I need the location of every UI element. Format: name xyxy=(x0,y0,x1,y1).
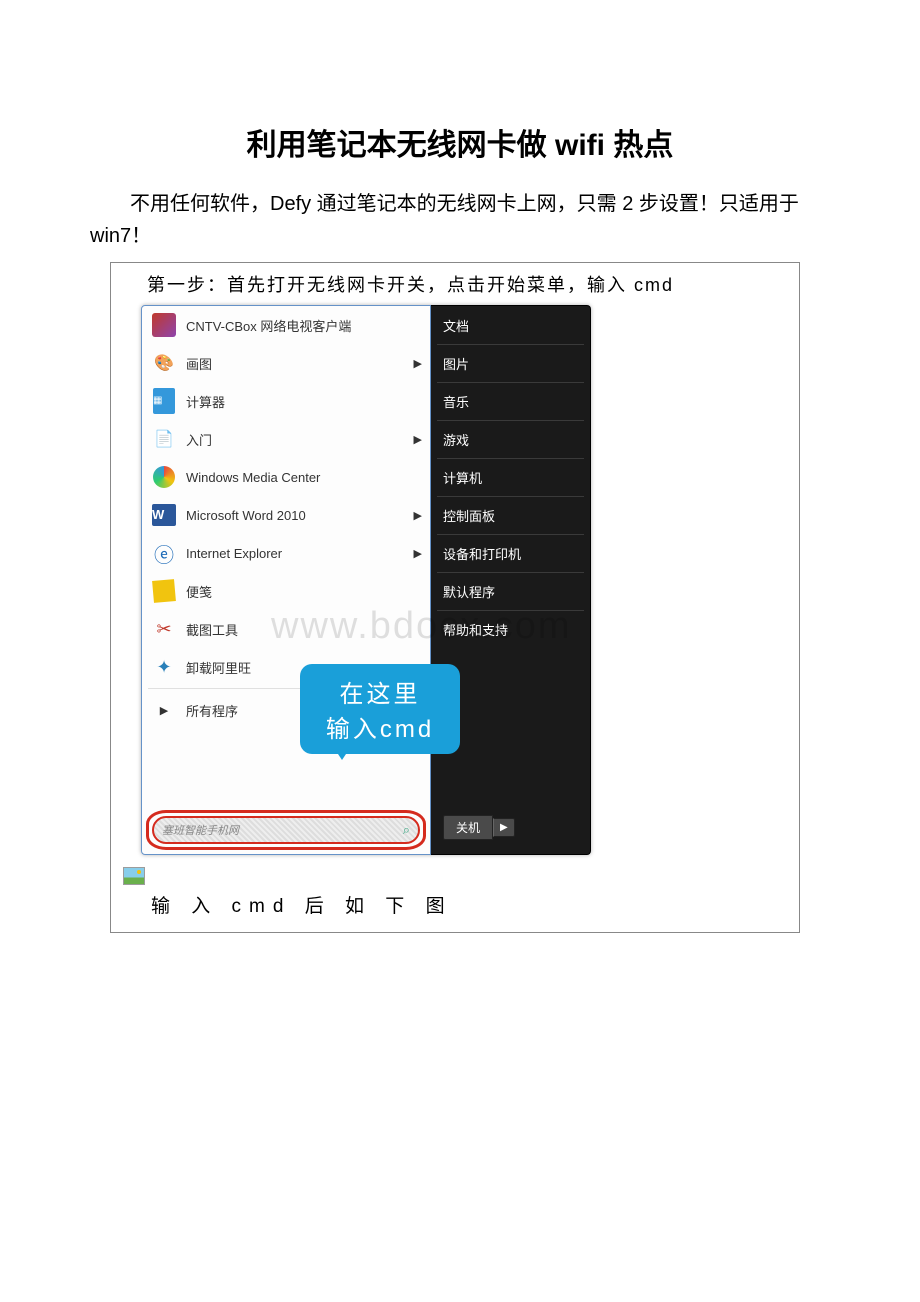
start-menu-screenshot: www.bdocx.com CNTV-CBox 网络电视客户端 🎨 画图 ▶ ▦… xyxy=(141,305,591,855)
program-label: CNTV-CBox 网络电视客户端 xyxy=(186,316,351,335)
right-item-devices[interactable]: 设备和打印机 xyxy=(431,538,590,569)
separator xyxy=(437,496,584,497)
step-1-text: 第一步：首先打开无线网卡开关，点击开始菜单，输入 cmd xyxy=(111,263,799,305)
program-label: 计算器 xyxy=(186,392,225,411)
separator xyxy=(437,534,584,535)
submenu-arrow-icon: ▶ xyxy=(414,547,422,560)
separator xyxy=(437,382,584,383)
calculator-icon: ▦ xyxy=(150,387,178,415)
caption-text: 输 入 cmd 后 如 下 图 xyxy=(111,885,799,918)
figure-box: 第一步：首先打开无线网卡开关，点击开始菜单，输入 cmd www.bdocx.c… xyxy=(110,262,800,933)
program-item[interactable]: 🎨 画图 ▶ xyxy=(142,344,430,382)
right-item-control-panel[interactable]: 控制面板 xyxy=(431,500,590,531)
shutdown-button[interactable]: 关机 xyxy=(443,815,493,840)
separator xyxy=(437,344,584,345)
program-label: 入门 xyxy=(186,430,212,449)
program-label: 截图工具 xyxy=(186,620,238,639)
program-item[interactable]: ▦ 计算器 xyxy=(142,382,430,420)
uninstall-icon: ✦ xyxy=(150,653,178,681)
program-label: 卸载阿里旺 xyxy=(186,658,251,677)
search-icon: ⌕ xyxy=(403,822,410,838)
bubble-line-2: 输入cmd xyxy=(326,709,434,744)
sticky-notes-icon xyxy=(150,577,178,605)
search-row: 塞班智能手机网 ⌕ xyxy=(142,806,430,854)
program-item[interactable]: Windows Media Center xyxy=(142,458,430,496)
expand-arrow-icon: ▶ xyxy=(150,696,178,724)
right-item-help[interactable]: 帮助和支持 xyxy=(431,614,590,645)
submenu-arrow-icon: ▶ xyxy=(414,509,422,522)
separator xyxy=(437,458,584,459)
page-title: 利用笔记本无线网卡做 wifi 热点 xyxy=(90,120,830,164)
program-label: Microsoft Word 2010 xyxy=(186,508,306,523)
program-item[interactable]: ✂ 截图工具 xyxy=(142,610,430,648)
start-menu-left-pane: CNTV-CBox 网络电视客户端 🎨 画图 ▶ ▦ 计算器 📄 入门 ▶ xyxy=(141,305,431,855)
program-item[interactable]: W Microsoft Word 2010 ▶ xyxy=(142,496,430,534)
image-placeholder-icon xyxy=(123,867,145,885)
word-icon: W xyxy=(150,501,178,529)
right-item-default-programs[interactable]: 默认程序 xyxy=(431,576,590,607)
right-item-games[interactable]: 游戏 xyxy=(431,424,590,455)
search-placeholder: 塞班智能手机网 xyxy=(162,822,403,838)
program-item[interactable]: 📄 入门 ▶ xyxy=(142,420,430,458)
program-item[interactable]: CNTV-CBox 网络电视客户端 xyxy=(142,306,430,344)
program-item[interactable]: 便笺 xyxy=(142,572,430,610)
media-center-icon xyxy=(150,463,178,491)
annotation-bubble: 在这里 输入cmd xyxy=(300,664,460,754)
right-item-computer[interactable]: 计算机 xyxy=(431,462,590,493)
cntv-icon xyxy=(150,311,178,339)
shutdown-expand-button[interactable]: ▶ xyxy=(493,818,515,837)
submenu-arrow-icon: ▶ xyxy=(414,357,422,370)
intro-paragraph: 不用任何软件，Defy 通过笔记本的无线网卡上网，只需 2 步设置！只适用于 w… xyxy=(90,188,830,252)
getting-started-icon: 📄 xyxy=(150,425,178,453)
paint-icon: 🎨 xyxy=(150,349,178,377)
submenu-arrow-icon: ▶ xyxy=(414,433,422,446)
shutdown-row: 关机 ▶ xyxy=(431,805,590,854)
separator xyxy=(437,572,584,573)
program-label: Internet Explorer xyxy=(186,546,282,561)
search-input[interactable]: 塞班智能手机网 ⌕ xyxy=(152,816,420,844)
program-item[interactable]: ⓔ Internet Explorer ▶ xyxy=(142,534,430,572)
right-item-music[interactable]: 音乐 xyxy=(431,386,590,417)
right-item-documents[interactable]: 文档 xyxy=(431,310,590,341)
bubble-line-1: 在这里 xyxy=(340,674,421,709)
program-label: Windows Media Center xyxy=(186,470,320,485)
right-item-pictures[interactable]: 图片 xyxy=(431,348,590,379)
ie-icon: ⓔ xyxy=(150,539,178,567)
program-label: 画图 xyxy=(186,354,212,373)
program-label: 便笺 xyxy=(186,582,212,601)
snipping-tool-icon: ✂ xyxy=(150,615,178,643)
separator xyxy=(437,420,584,421)
all-programs-label: 所有程序 xyxy=(186,701,238,720)
separator xyxy=(437,610,584,611)
start-menu-right-pane: 文档 图片 音乐 游戏 计算机 控制面板 设备和打印机 默认程序 帮助和支持 关… xyxy=(431,305,591,855)
